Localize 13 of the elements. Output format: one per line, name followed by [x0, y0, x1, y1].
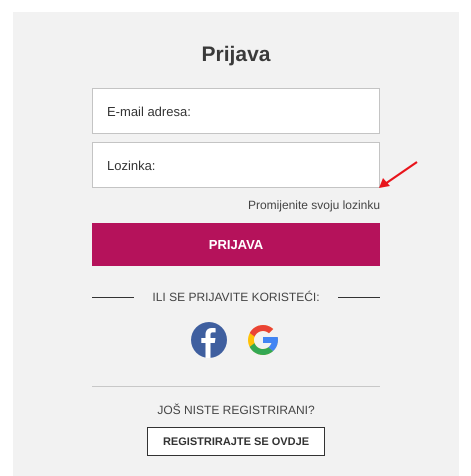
facebook-icon	[191, 322, 227, 358]
divider-label: ILI SE PRIJAVITE KORISTEĆI:	[152, 290, 320, 304]
social-login-button[interactable]	[245, 322, 281, 358]
input-field[interactable]: Lozinka:	[92, 142, 380, 188]
register-prompt: JOŠ NISTE REGISTRIRANI?	[157, 403, 315, 417]
google-icon	[245, 322, 281, 358]
social-login-button[interactable]	[191, 322, 227, 358]
change-password-link[interactable]: Promijenite svoju lozinku	[248, 198, 380, 212]
input-field[interactable]: E-mail adresa:	[92, 88, 380, 134]
login-button[interactable]: PRIJAVA	[92, 223, 380, 266]
register-button[interactable]: REGISTRIRAJTE SE OVDJE	[146, 427, 326, 456]
arrow	[377, 160, 419, 190]
page-title: Prijava	[202, 43, 270, 67]
